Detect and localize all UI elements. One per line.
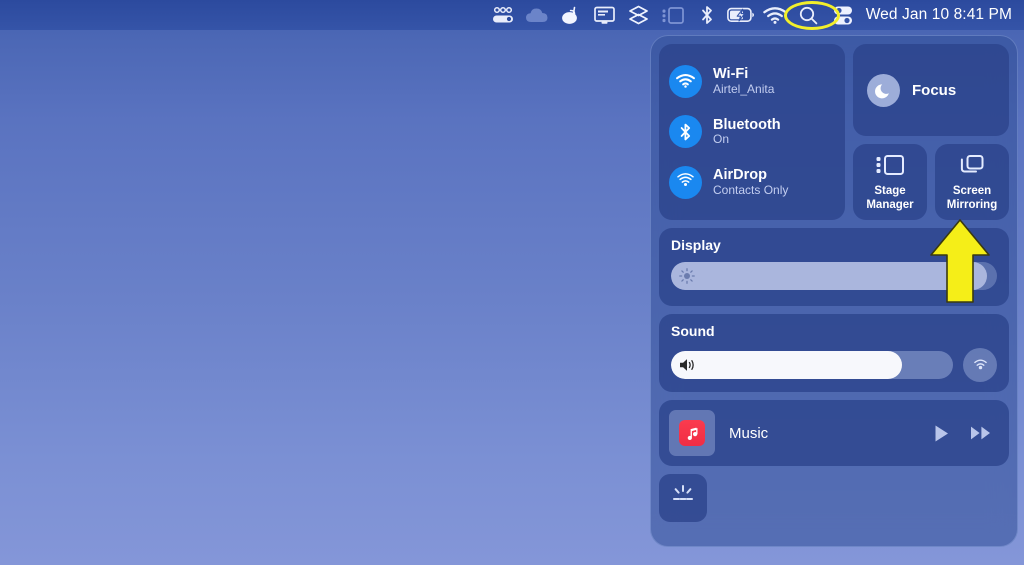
sound-module: Sound (659, 314, 1009, 392)
music-app-label: Music (729, 425, 916, 442)
battery-charging-icon[interactable] (724, 0, 758, 30)
menu-bar-clock[interactable]: Wed Jan 10 8:41 PM (866, 6, 1012, 24)
cloud-icon[interactable] (520, 0, 554, 30)
wifi-menu-icon[interactable] (758, 0, 792, 30)
control-center-icon[interactable] (826, 0, 860, 30)
airplay-audio-icon[interactable] (963, 348, 997, 382)
focus-label: Focus (912, 82, 956, 99)
display-menu-icon[interactable] (588, 0, 622, 30)
airdrop-row[interactable]: AirDrop Contacts Only (669, 160, 835, 206)
wifi-label: Wi-Fi (713, 66, 774, 83)
fast-forward-icon[interactable] (967, 425, 995, 441)
control-center-panel: Wi-Fi Airtel_Anita Bluetooth On (650, 35, 1018, 547)
speaker-icon (679, 358, 697, 373)
onion-app-icon[interactable] (554, 0, 588, 30)
spotlight-search-icon[interactable] (792, 0, 826, 30)
wifi-row[interactable]: Wi-Fi Airtel_Anita (669, 58, 835, 104)
play-icon[interactable] (930, 424, 953, 443)
control-center-tile-row: StageManager ScreenMirroring (853, 144, 1009, 220)
bluetooth-menu-icon[interactable] (690, 0, 724, 30)
control-center-right-column: Focus StageManager (853, 44, 1009, 220)
screen-mirroring-icon (959, 152, 985, 178)
keyboard-brightness-tile[interactable] (659, 474, 707, 522)
airdrop-menu-icon[interactable] (486, 0, 520, 30)
control-center-top-row: Wi-Fi Airtel_Anita Bluetooth On (659, 44, 1009, 220)
display-module: Display (659, 228, 1009, 306)
music-note-icon (679, 420, 705, 446)
stage-manager-label: StageManager (866, 185, 913, 212)
desktop-screen: Wed Jan 10 8:41 PM Wi-F (0, 0, 1024, 565)
bluetooth-label: Bluetooth (713, 117, 781, 134)
airdrop-label: AirDrop (713, 167, 788, 184)
display-slider-fill (671, 262, 987, 290)
display-brightness-slider[interactable] (671, 262, 997, 290)
music-album-art (669, 410, 715, 456)
wifi-icon[interactable] (669, 65, 702, 98)
keyboard-brightness-icon (670, 484, 696, 513)
focus-tile[interactable]: Focus (853, 44, 1009, 136)
display-title: Display (671, 237, 997, 253)
sound-slider-fill (671, 351, 902, 379)
screen-mirroring-tile[interactable]: ScreenMirroring (935, 144, 1009, 220)
music-module[interactable]: Music (659, 400, 1009, 466)
stage-manager-icon (876, 152, 904, 178)
stage-manager-menu-icon[interactable] (656, 0, 690, 30)
bluetooth-row[interactable]: Bluetooth On (669, 109, 835, 155)
wifi-network-name: Airtel_Anita (713, 83, 774, 97)
stage-manager-tile[interactable]: StageManager (853, 144, 927, 220)
brightness-icon (679, 268, 695, 284)
layers-icon[interactable] (622, 0, 656, 30)
menu-bar: Wed Jan 10 8:41 PM (0, 0, 1024, 30)
connectivity-module: Wi-Fi Airtel_Anita Bluetooth On (659, 44, 845, 220)
screen-mirroring-label: ScreenMirroring (947, 185, 997, 212)
airdrop-status: Contacts Only (713, 184, 788, 198)
sound-volume-slider[interactable] (671, 351, 953, 379)
bluetooth-icon[interactable] (669, 115, 702, 148)
moon-icon (867, 74, 900, 107)
sound-title: Sound (671, 323, 997, 339)
bluetooth-status: On (713, 133, 781, 147)
airdrop-icon[interactable] (669, 166, 702, 199)
